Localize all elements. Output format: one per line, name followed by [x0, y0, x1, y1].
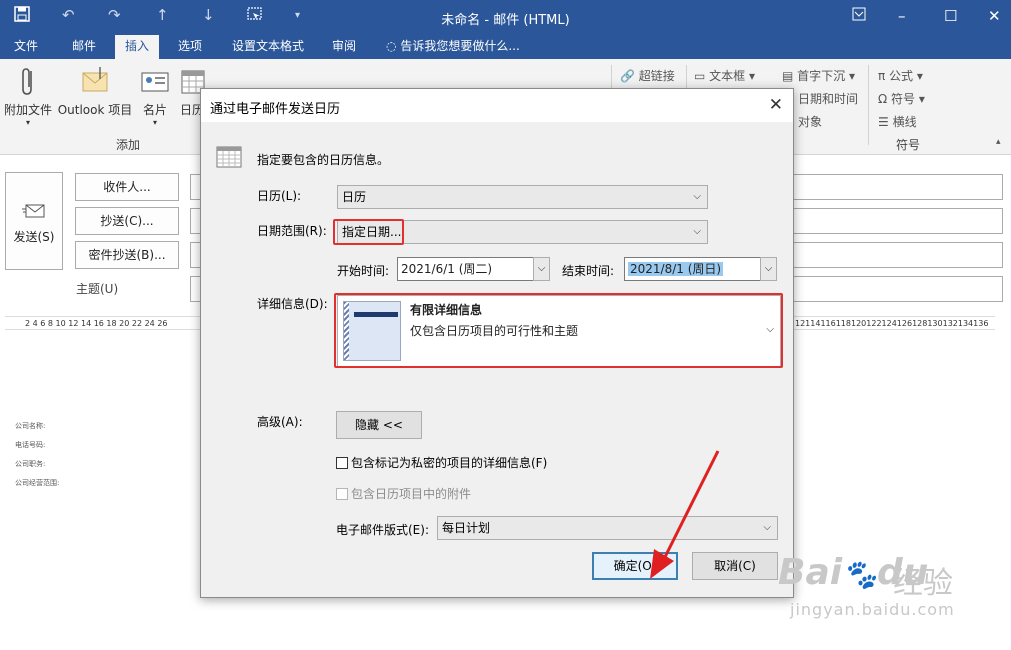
- object-label: 对象: [798, 115, 823, 129]
- tell-me-text: 告诉我您想要做什么...: [400, 39, 520, 53]
- textbox-button[interactable]: ▭ 文本框 ▾: [694, 67, 755, 84]
- outlook-item-button[interactable]: Outlook 项目: [56, 65, 134, 118]
- private-checkbox[interactable]: 包含标记为私密的项目的详细信息(F): [336, 454, 547, 471]
- subject-label: 主题(U): [76, 282, 119, 296]
- bcc-button[interactable]: 密件抄送(B)...: [75, 241, 179, 269]
- attach-label: 包含日历项目中的附件: [351, 487, 472, 501]
- lightbulb-icon: ◌: [386, 39, 397, 53]
- tell-me[interactable]: ◌ 告诉我您想要做什么...: [376, 35, 530, 59]
- annotation-arrow: [650, 450, 720, 579]
- hide-button[interactable]: 隐藏 <<: [336, 411, 422, 439]
- tab-format-text[interactable]: 设置文本格式: [222, 35, 314, 59]
- textbox-label: 文本框: [709, 69, 746, 83]
- dialog-intro: 指定要包含的日历信息。: [257, 153, 390, 167]
- attach-checkbox[interactable]: 包含日历项目中的附件: [336, 485, 471, 502]
- chevron-down-icon: ▾: [25, 118, 30, 127]
- hline-button[interactable]: ☰ 横线: [878, 113, 917, 130]
- cc-button[interactable]: 抄送(C)...: [75, 207, 179, 235]
- restore-icon[interactable]: [852, 7, 866, 25]
- calendar-value: 日历: [342, 190, 367, 204]
- send-label: 发送(S): [13, 230, 55, 244]
- ribbon-tabs: 文件 邮件 插入 选项 设置文本格式 审阅 ◌ 告诉我您想要做什么...: [0, 35, 1011, 59]
- ruler-left-ticks: 2 4 6 8 10 12 14 16 18 20 22 24 26: [25, 319, 168, 328]
- tab-options[interactable]: 选项: [168, 35, 212, 59]
- equation-label: 公式: [889, 69, 914, 83]
- tab-review[interactable]: 审阅: [322, 35, 366, 59]
- chevron-down-icon: ▾: [152, 118, 157, 127]
- business-card-icon: [140, 65, 170, 97]
- doc-line: 公司经营范围:: [15, 479, 60, 487]
- dialog-calendar-icon: [216, 145, 242, 172]
- dialog-title-bar: 通过电子邮件发送日历 ✕: [201, 89, 793, 122]
- equation-button[interactable]: π 公式 ▾: [878, 67, 923, 84]
- end-label: 结束时间:: [562, 264, 615, 278]
- close-icon[interactable]: ✕: [988, 7, 1001, 25]
- doc-line: 公司职务:: [15, 460, 46, 468]
- datetime-button[interactable]: 日期和时间: [798, 90, 858, 107]
- chevron-down-icon[interactable]: ⌵: [533, 257, 550, 281]
- symbol-button[interactable]: Ω 符号 ▾: [878, 90, 925, 107]
- format-label: 电子邮件版式(E):: [336, 523, 429, 537]
- detail-label: 详细信息(D):: [257, 297, 328, 311]
- hyperlink-button[interactable]: 🔗 超链接: [620, 67, 675, 84]
- doc-line: 公司名称:: [15, 422, 46, 430]
- group-symbols-label: 符号: [896, 138, 921, 152]
- outlook-item-icon: [80, 65, 110, 97]
- symbol-label: 符号: [890, 92, 915, 106]
- doc-line: 电话号码:: [15, 441, 46, 449]
- private-label: 包含标记为私密的项目的详细信息(F): [351, 456, 548, 470]
- tab-insert[interactable]: 插入: [115, 35, 160, 59]
- attach-file-button[interactable]: 附加文件 ▾: [3, 65, 53, 127]
- business-card-label: 名片: [142, 103, 167, 117]
- dropcap-button[interactable]: ▤ 首字下沉 ▾: [782, 67, 855, 84]
- chevron-down-icon: ⌵: [693, 226, 701, 237]
- dialog-title: 通过电子邮件发送日历: [210, 102, 341, 117]
- advanced-label: 高级(A):: [257, 415, 303, 429]
- range-label: 日期范围(R):: [257, 224, 327, 238]
- calendar-label: 日历(L):: [257, 189, 302, 203]
- end-date-input[interactable]: 2021/8/1 (周日): [624, 257, 761, 281]
- to-button[interactable]: 收件人...: [75, 173, 179, 201]
- highlight-box: [334, 293, 783, 368]
- chevron-down-icon: ⌵: [763, 522, 771, 533]
- outlook-item-label: Outlook 项目: [57, 103, 133, 117]
- group-add-label: 添加: [116, 138, 141, 152]
- title-bar: ↶ ↷ ↑ ↓ ▾ 未命名 - 邮件 (HTML) – ☐ ✕: [0, 0, 1011, 35]
- hline-label: 横线: [892, 115, 917, 129]
- format-value: 每日计划: [442, 521, 491, 535]
- send-icon: [6, 203, 62, 222]
- object-button[interactable]: 对象: [798, 113, 822, 130]
- chevron-down-icon[interactable]: ⌵: [760, 257, 777, 281]
- minimize-icon[interactable]: –: [898, 7, 906, 25]
- tab-message[interactable]: 邮件: [62, 35, 106, 59]
- ribbon-separator: [868, 65, 869, 145]
- watermark-cn: 经验: [893, 566, 953, 601]
- chevron-down-icon: ⌵: [693, 191, 701, 202]
- maximize-icon[interactable]: ☐: [944, 7, 957, 25]
- end-date-value: 2021/8/1 (周日): [628, 262, 724, 276]
- highlight-box: [333, 219, 404, 245]
- collapse-ribbon-icon[interactable]: ▴: [996, 137, 1001, 147]
- attach-file-label: 附加文件: [3, 103, 52, 117]
- start-label: 开始时间:: [337, 264, 390, 278]
- tab-file[interactable]: 文件: [4, 35, 48, 59]
- paperclip-icon: [13, 65, 43, 97]
- business-card-button[interactable]: 名片 ▾: [138, 65, 172, 127]
- ruler-right-ticks: 12114116118120122124126128130132134136: [795, 319, 989, 328]
- watermark-url: jingyan.baidu.com: [790, 600, 955, 619]
- send-button[interactable]: 发送(S): [5, 172, 63, 270]
- dropcap-label: 首字下沉: [797, 69, 846, 83]
- datetime-label: 日期和时间: [798, 92, 859, 106]
- hyperlink-label: 超链接: [638, 69, 675, 83]
- close-icon[interactable]: ✕: [769, 95, 783, 115]
- start-date-input[interactable]: 2021/6/1 (周二): [397, 257, 534, 281]
- calendar-select[interactable]: 日历 ⌵: [337, 185, 708, 209]
